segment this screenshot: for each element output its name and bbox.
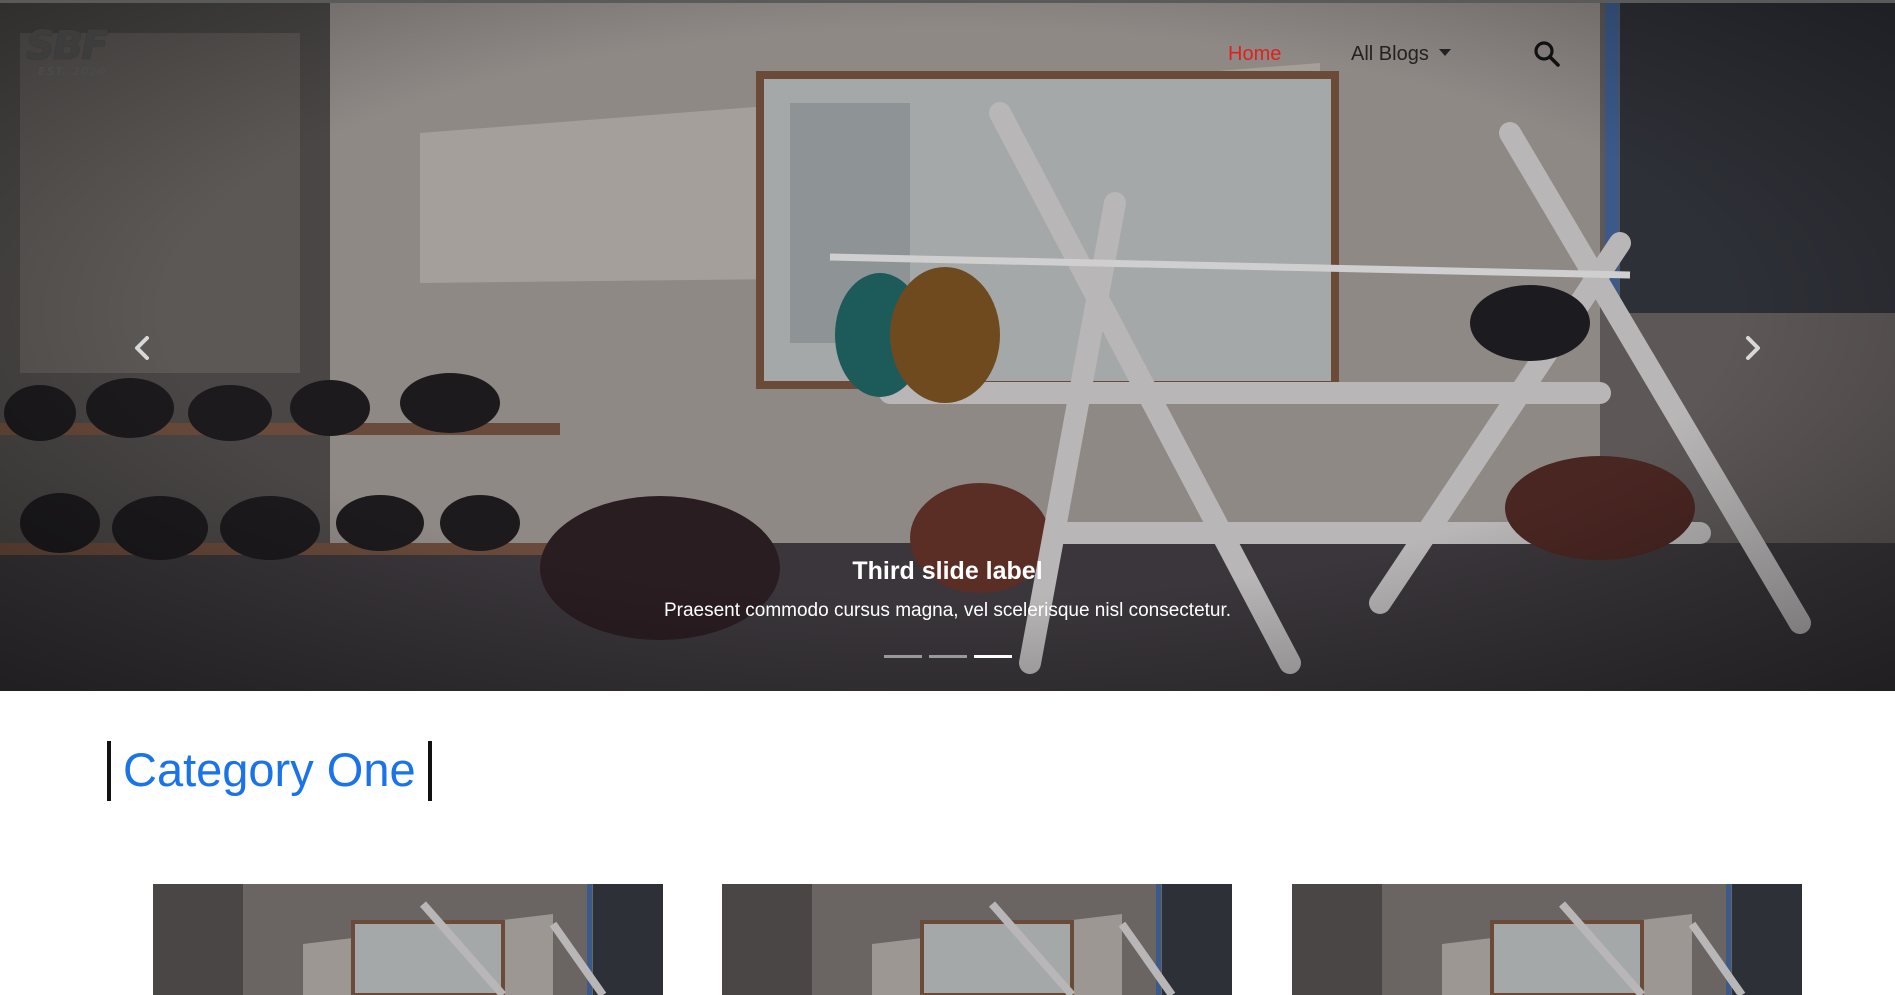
carousel-indicators <box>0 655 1895 658</box>
top-strip <box>0 0 1895 3</box>
post-card-image <box>722 884 1232 995</box>
carousel-caption-title: Third slide label <box>852 557 1043 585</box>
carousel-prev-button[interactable] <box>122 328 162 368</box>
nav-home-link[interactable]: Home <box>1228 43 1281 66</box>
gym-scene-image <box>0 3 1895 691</box>
post-card-image <box>153 884 663 995</box>
search-icon <box>1534 41 1560 67</box>
search-button[interactable] <box>1532 39 1562 69</box>
carousel-next-button[interactable] <box>1733 328 1773 368</box>
carousel-indicator-2[interactable] <box>928 655 967 658</box>
post-card-3[interactable] <box>1292 884 1802 995</box>
carousel-indicator-1[interactable] <box>883 655 922 658</box>
carousel-caption-text: Praesent commodo cursus magna, vel scele… <box>663 600 1232 621</box>
chevron-right-icon <box>1746 336 1760 360</box>
post-card-2[interactable] <box>722 884 1232 995</box>
category-heading: Category One <box>107 741 432 801</box>
post-card-image <box>1292 884 1802 995</box>
chevron-left-icon <box>135 336 149 360</box>
hero-carousel: SBF EST. 2020 Home All Blogs Third slide… <box>0 3 1895 691</box>
nav-all-blogs-dropdown[interactable]: All Blogs <box>1351 43 1451 66</box>
main-nav: Home All Blogs <box>0 39 1895 69</box>
carousel-indicator-3[interactable] <box>973 655 1012 658</box>
nav-all-blogs-label: All Blogs <box>1351 43 1429 65</box>
caret-down-icon <box>1438 49 1451 57</box>
category-title: Category One <box>123 743 416 796</box>
post-card-1[interactable] <box>153 884 663 995</box>
